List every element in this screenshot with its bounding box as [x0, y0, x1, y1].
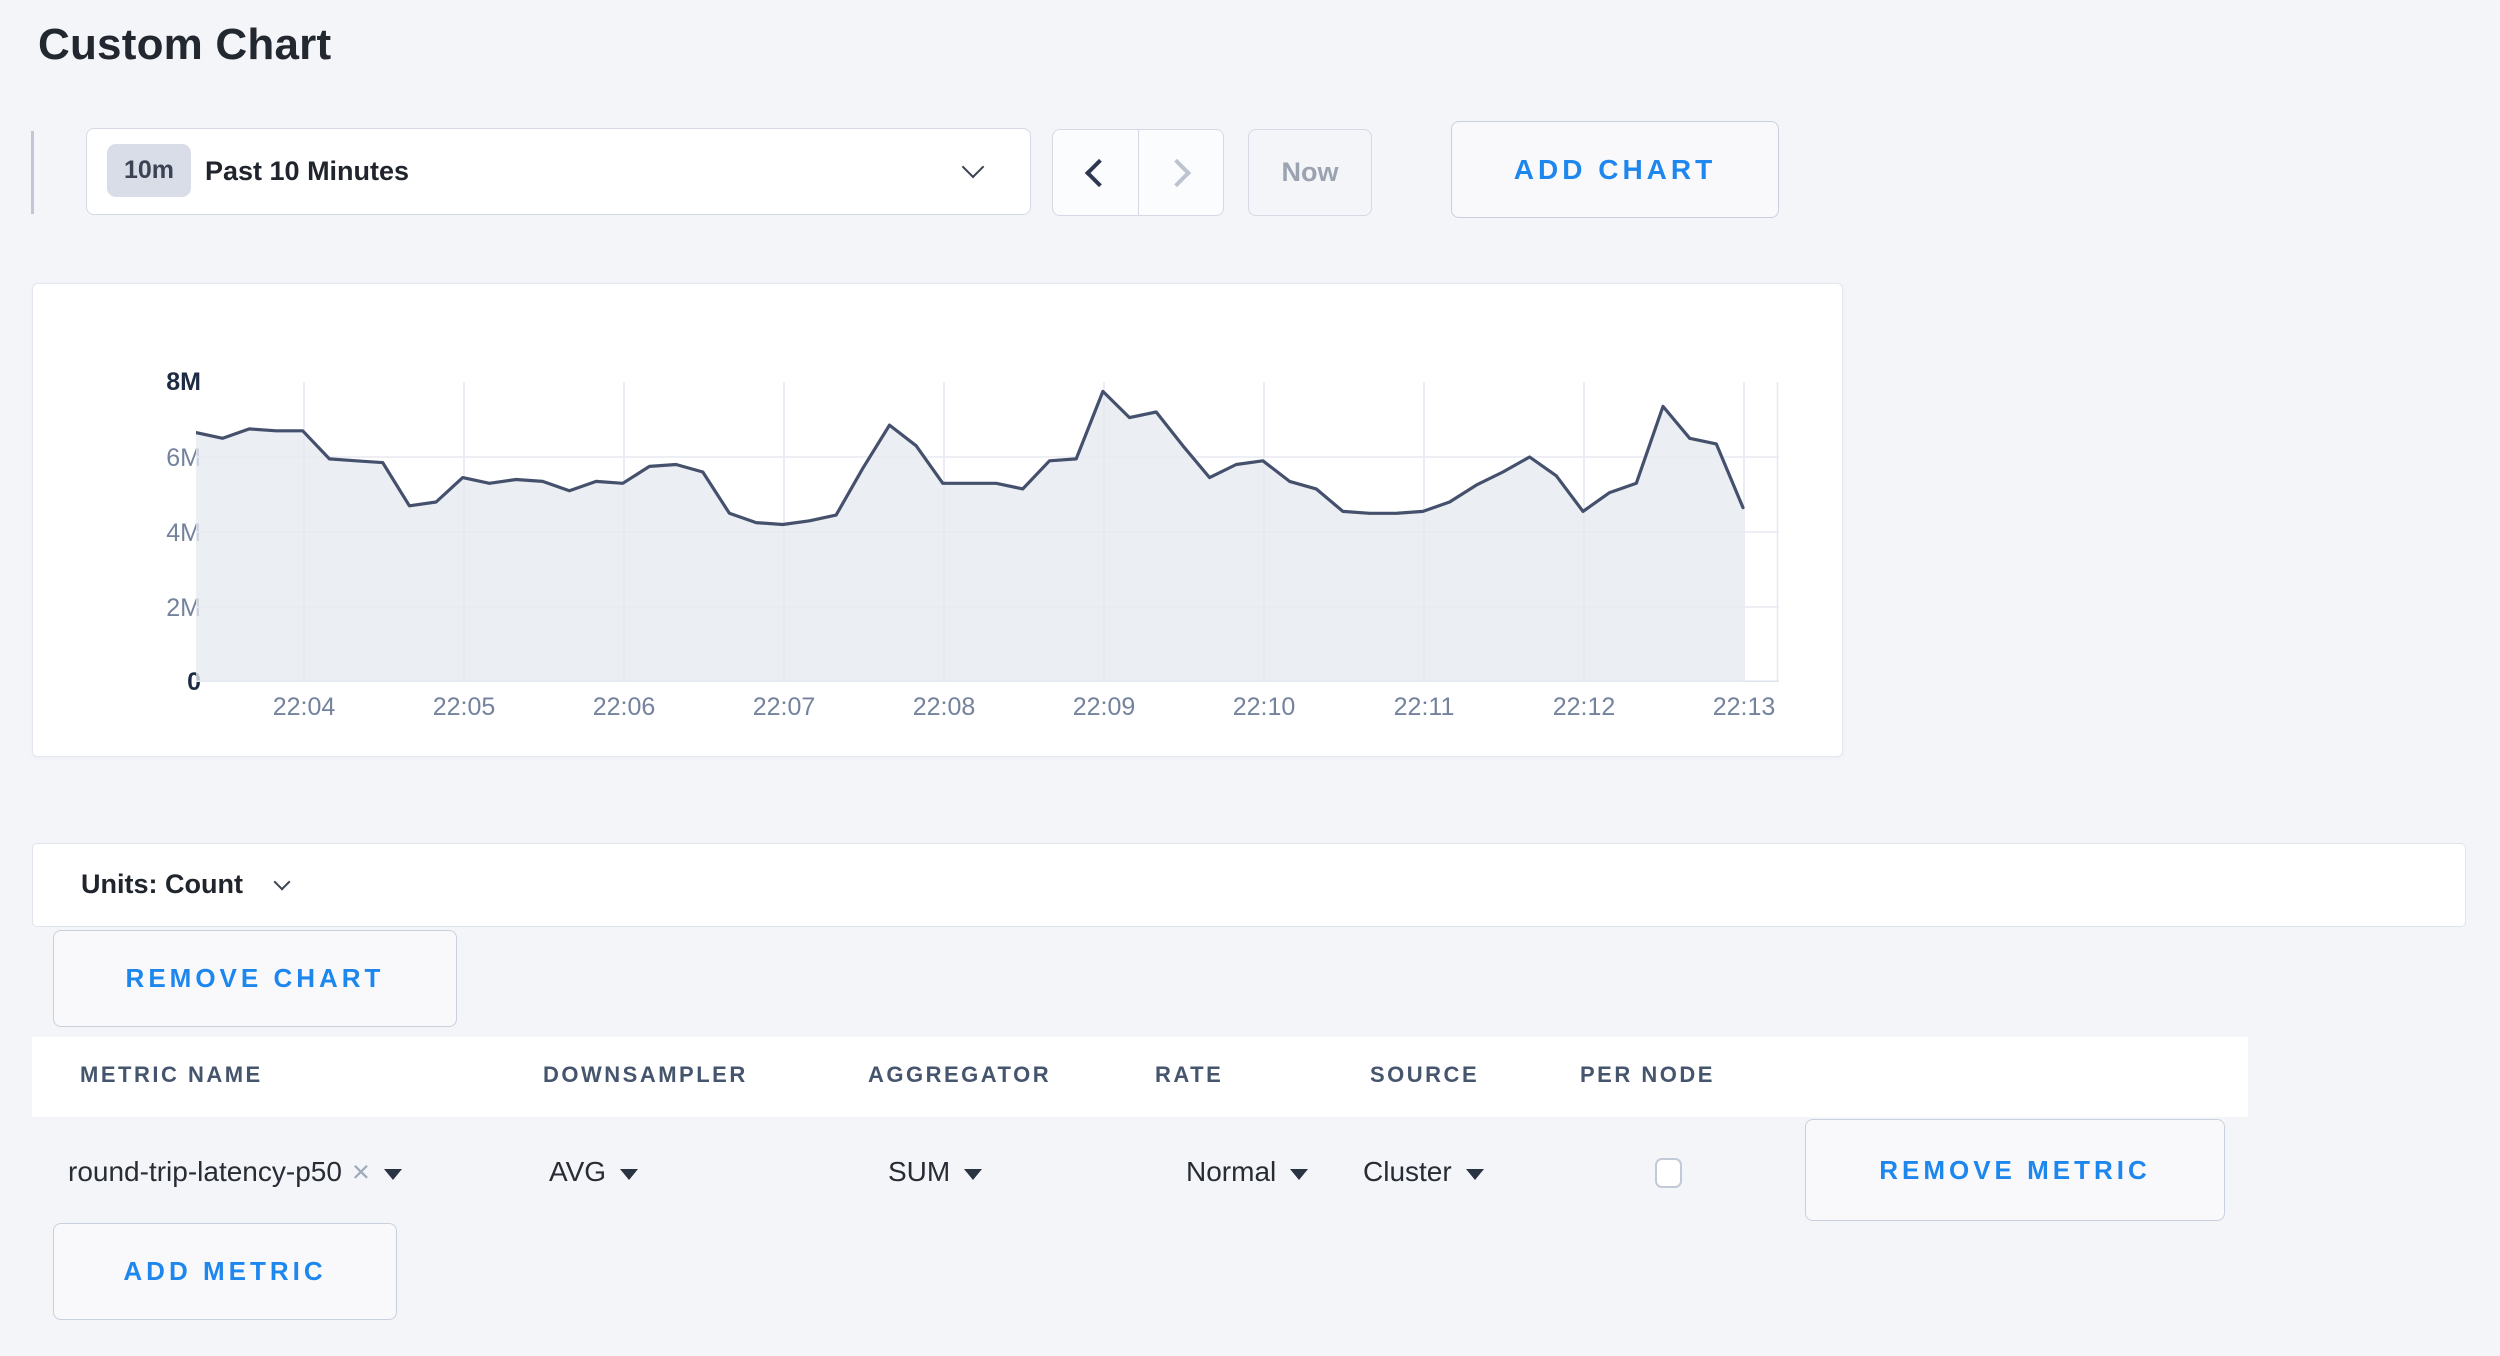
chevron-down-icon	[274, 874, 291, 891]
y-axis-tick: 4M	[91, 518, 201, 548]
x-axis-tick: 22:06	[554, 692, 694, 722]
remove-metric-button[interactable]: REMOVE METRIC	[1805, 1119, 2225, 1221]
column-header-metric-name: METRIC NAME	[80, 1062, 263, 1088]
column-header-aggregator: AGGREGATOR	[868, 1062, 1051, 1088]
column-header-per-node: PER NODE	[1580, 1062, 1715, 1088]
column-header-downsampler: DOWNSAMPLER	[543, 1062, 748, 1088]
y-axis-tick: 6M	[91, 443, 201, 473]
toolbar-left-rule	[31, 131, 34, 214]
metrics-table-header: METRIC NAME DOWNSAMPLER AGGREGATOR RATE SOUR…	[32, 1037, 2248, 1117]
downsampler-value: AVG	[549, 1156, 606, 1188]
page-title: Custom Chart	[38, 20, 331, 70]
y-axis-tick: 2M	[91, 593, 201, 623]
aggregator-value: SUM	[888, 1156, 950, 1188]
chart-card: 8M 6M 4M 2M 0 22:04 22:05 22:06 22:07 22:08 22:09…	[32, 283, 1843, 757]
chevron-left-icon	[1085, 158, 1113, 186]
x-axis-tick: 22:07	[714, 692, 854, 722]
custom-chart-page: Custom Chart 10m Past 10 Minutes Now ADD…	[0, 0, 2500, 1356]
close-icon[interactable]: ×	[352, 1154, 370, 1190]
metric-name-value: round-trip-latency-p50	[68, 1156, 342, 1188]
time-range-dropdown[interactable]: 10m Past 10 Minutes	[86, 128, 1031, 215]
now-button[interactable]: Now	[1248, 129, 1372, 216]
time-step-button-group	[1052, 129, 1224, 216]
units-dropdown[interactable]: Units: Count	[32, 843, 2466, 927]
column-header-rate: RATE	[1155, 1062, 1223, 1088]
x-axis-tick: 22:05	[394, 692, 534, 722]
time-range-badge: 10m	[107, 144, 191, 197]
downsampler-dropdown[interactable]: AVG	[549, 1144, 638, 1200]
chevron-right-icon	[1163, 158, 1191, 186]
x-axis-tick: 22:09	[1034, 692, 1174, 722]
rate-value: Normal	[1186, 1156, 1276, 1188]
source-value: Cluster	[1363, 1156, 1452, 1188]
rate-dropdown[interactable]: Normal	[1186, 1144, 1308, 1200]
per-node-checkbox[interactable]	[1655, 1158, 1682, 1188]
remove-chart-button[interactable]: REMOVE CHART	[53, 930, 457, 1027]
caret-down-icon	[1466, 1169, 1484, 1180]
caret-down-icon	[1290, 1169, 1308, 1180]
previous-time-button[interactable]	[1053, 130, 1138, 215]
area-chart-plot	[196, 382, 1779, 683]
x-axis-tick: 22:13	[1674, 692, 1814, 722]
source-dropdown[interactable]: Cluster	[1363, 1144, 1484, 1200]
x-axis-tick: 22:10	[1194, 692, 1334, 722]
units-label: Units: Count	[81, 844, 243, 925]
caret-down-icon	[384, 1169, 402, 1180]
add-metric-button[interactable]: ADD METRIC	[53, 1223, 397, 1320]
y-axis-tick: 8M	[91, 367, 201, 397]
metric-name-dropdown[interactable]: round-trip-latency-p50 ×	[68, 1144, 402, 1200]
x-axis-tick: 22:12	[1514, 692, 1654, 722]
x-axis-tick: 22:04	[234, 692, 374, 722]
time-range-label: Past 10 Minutes	[205, 129, 409, 213]
add-chart-button[interactable]: ADD CHART	[1451, 121, 1779, 218]
chart-svg	[196, 382, 1779, 683]
caret-down-icon	[620, 1169, 638, 1180]
caret-down-icon	[964, 1169, 982, 1180]
aggregator-dropdown[interactable]: SUM	[888, 1144, 982, 1200]
column-header-source: SOURCE	[1370, 1062, 1479, 1088]
next-time-button[interactable]	[1138, 130, 1224, 215]
chevron-down-icon	[962, 156, 985, 179]
x-axis-tick: 22:08	[874, 692, 1014, 722]
x-axis-tick: 22:11	[1354, 692, 1494, 722]
y-axis-tick: 0	[91, 667, 201, 697]
